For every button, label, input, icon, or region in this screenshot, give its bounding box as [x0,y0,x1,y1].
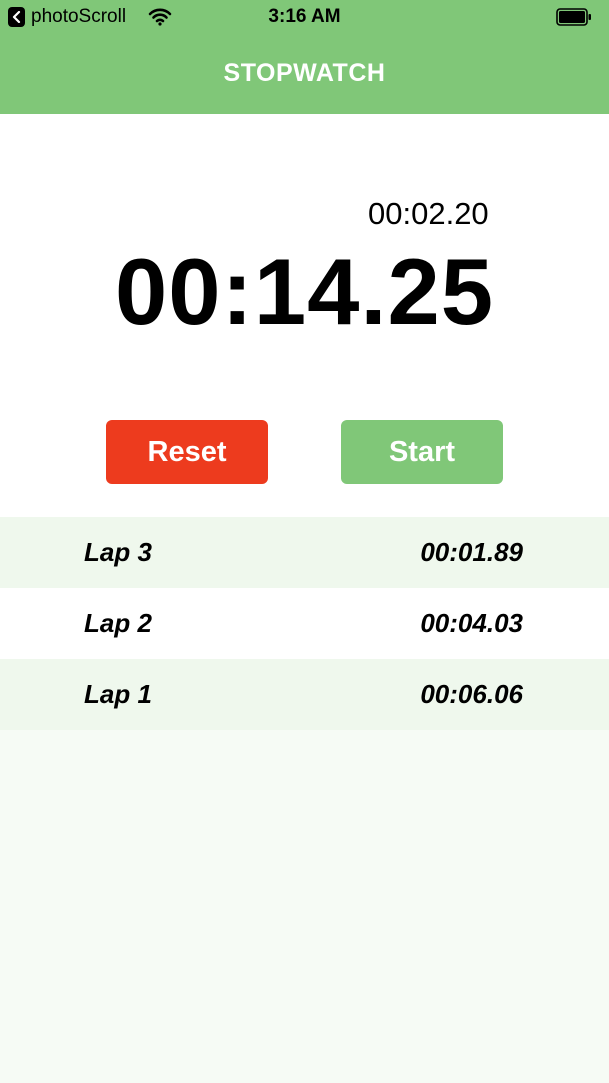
lap-time: 00:01.89 [420,537,523,567]
lap-list: Lap 3 00:01.89 Lap 2 00:04.03 Lap 1 00:0… [0,517,609,730]
status-time: 3:16 AM [268,6,341,27]
timer-panel: 00:02.20 00:14.25 Reset Start [0,114,609,517]
list-item: Lap 2 00:04.03 [0,588,609,659]
app-header: photoScroll 3:16 AM STOPWATCH [0,0,609,114]
lap-name: Lap 1 [84,679,152,709]
battery-icon [556,8,592,26]
lap-time: 00:04.03 [420,608,523,638]
page-title: STOPWATCH [223,59,386,87]
status-bar: photoScroll 3:16 AM [0,0,609,34]
current-lap-time: 00:02.20 [368,196,489,231]
lap-name: Lap 2 [84,608,152,638]
reset-button[interactable]: Reset [106,420,268,484]
list-item: Lap 3 00:01.89 [0,517,609,588]
list-item: Lap 1 00:06.06 [0,659,609,730]
lap-time: 00:06.06 [420,679,523,709]
total-elapsed-time: 00:14.25 [114,239,495,344]
start-button[interactable]: Start [341,420,503,484]
lap-name: Lap 3 [84,537,152,567]
